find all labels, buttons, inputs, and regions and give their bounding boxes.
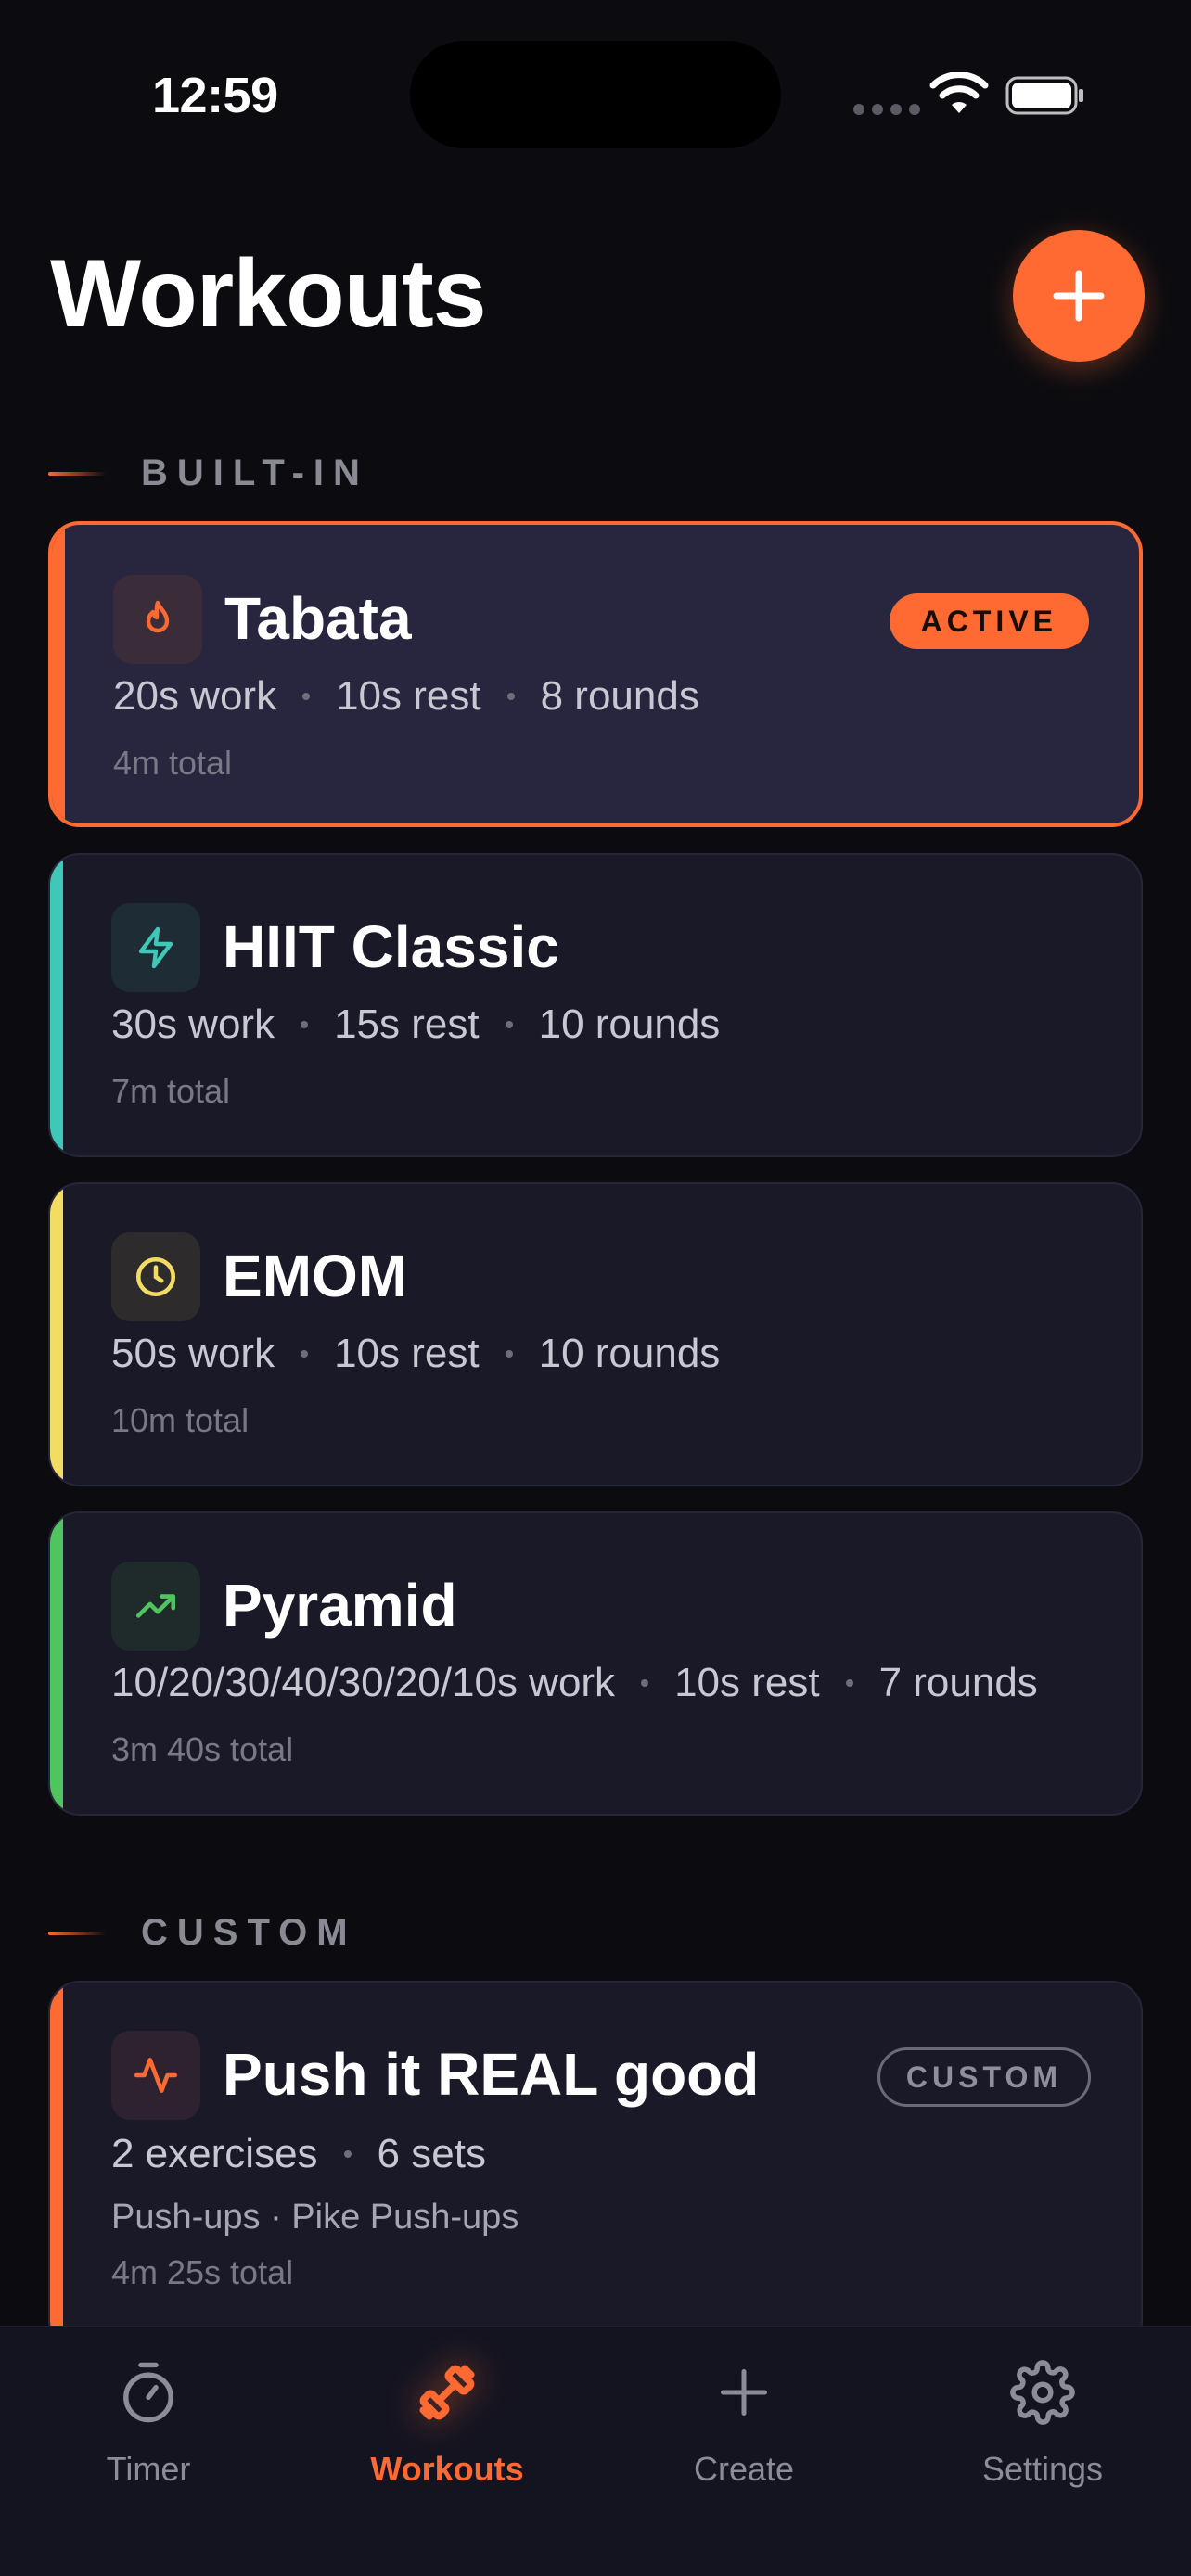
workouts-screen: 12:59 Workouts BUILT-IN Tabata ACTIVE 20 <box>0 0 1191 2576</box>
cellular-signal-icon <box>853 104 920 115</box>
tab-timer[interactable]: Timer <box>37 2355 260 2489</box>
plus-icon <box>707 2355 781 2429</box>
work-duration: 50s work <box>111 1331 275 1376</box>
card-accent-stripe <box>50 1983 63 2350</box>
tab-label: Workouts <box>370 2450 524 2488</box>
total-duration: 10m total <box>111 1401 250 1439</box>
stopwatch-icon <box>111 2355 186 2429</box>
workout-card-hiit-classic[interactable]: HIIT Classic 30s work 15s rest 10 rounds… <box>48 853 1143 1157</box>
total-duration: 4m 25s total <box>111 2253 294 2291</box>
round-count: 7 rounds <box>878 1660 1038 1705</box>
trending-up-icon <box>111 1562 200 1651</box>
workout-meta: 10/20/30/40/30/20/10s work 10s rest 7 ro… <box>111 1660 1038 1706</box>
page-title: Workouts <box>50 240 487 348</box>
add-workout-button[interactable] <box>1013 230 1145 362</box>
clock-icon <box>111 1232 200 1321</box>
exercise-count: 2 exercises <box>111 2131 318 2176</box>
workout-card-push-it-real-good[interactable]: Push it REAL good CUSTOM 2 exercises 6 s… <box>48 1981 1143 2352</box>
workout-title: Tabata <box>224 585 412 652</box>
plus-icon <box>1053 270 1105 322</box>
tab-label: Timer <box>106 2450 191 2488</box>
exercise-list: Push-ups · Pike Push-ups <box>111 2198 519 2237</box>
tab-settings[interactable]: Settings <box>931 2355 1154 2489</box>
active-badge: ACTIVE <box>889 593 1089 649</box>
work-duration: 20s work <box>113 673 277 719</box>
activity-icon <box>111 2031 200 2120</box>
round-count: 10 rounds <box>538 1001 721 1047</box>
section-accent-line <box>48 471 106 476</box>
card-accent-stripe <box>50 1184 63 1485</box>
tab-create[interactable]: Create <box>633 2355 855 2489</box>
work-duration: 10/20/30/40/30/20/10s work <box>111 1660 616 1705</box>
workout-meta: 50s work 10s rest 10 rounds <box>111 1331 720 1377</box>
rest-duration: 10s rest <box>334 1331 480 1376</box>
card-accent-stripe <box>52 525 65 823</box>
workout-title: HIIT Classic <box>223 913 559 980</box>
total-duration: 3m 40s total <box>111 1730 294 1768</box>
status-time: 12:59 <box>152 68 278 123</box>
rest-duration: 15s rest <box>334 1001 480 1047</box>
section-header-custom: CUSTOM <box>48 1912 357 1954</box>
section-label: BUILT-IN <box>141 453 369 493</box>
workout-meta: 30s work 15s rest 10 rounds <box>111 1001 720 1048</box>
workout-title: EMOM <box>223 1243 408 1309</box>
dynamic-island <box>410 41 781 148</box>
workout-card-tabata[interactable]: Tabata ACTIVE 20s work 10s rest 8 rounds… <box>48 521 1143 827</box>
card-accent-stripe <box>50 1513 63 1814</box>
flame-icon <box>113 575 202 664</box>
dumbbell-icon <box>410 2355 484 2429</box>
lightning-icon <box>111 903 200 992</box>
tab-bar: Timer Workouts Create Settings <box>0 2326 1191 2576</box>
total-duration: 7m total <box>111 1072 231 1110</box>
workout-title: Push it REAL good <box>223 2041 760 2108</box>
workout-card-emom[interactable]: EMOM 50s work 10s rest 10 rounds 10m tot… <box>48 1182 1143 1486</box>
tab-label: Settings <box>981 2450 1104 2488</box>
gear-icon <box>1005 2355 1080 2429</box>
tab-workouts[interactable]: Workouts <box>336 2355 558 2489</box>
workout-meta: 20s work 10s rest 8 rounds <box>113 673 699 720</box>
rest-duration: 10s rest <box>674 1660 820 1705</box>
section-accent-line <box>48 1931 106 1935</box>
workout-card-pyramid[interactable]: Pyramid 10/20/30/40/30/20/10s work 10s r… <box>48 1511 1143 1816</box>
tab-label: Create <box>693 2450 795 2488</box>
rest-duration: 10s rest <box>336 673 481 719</box>
battery-icon <box>1005 76 1083 115</box>
set-count: 6 sets <box>377 2131 486 2176</box>
workout-meta: 2 exercises 6 sets <box>111 2131 486 2177</box>
card-accent-stripe <box>50 855 63 1155</box>
total-duration: 4m total <box>113 744 233 782</box>
round-count: 10 rounds <box>538 1331 721 1376</box>
section-header-builtin: BUILT-IN <box>48 453 369 494</box>
workout-title: Pyramid <box>223 1572 457 1639</box>
work-duration: 30s work <box>111 1001 275 1047</box>
wifi-icon <box>929 72 989 113</box>
section-label: CUSTOM <box>141 1912 357 1953</box>
custom-badge: CUSTOM <box>877 2047 1091 2107</box>
round-count: 8 rounds <box>540 673 699 719</box>
